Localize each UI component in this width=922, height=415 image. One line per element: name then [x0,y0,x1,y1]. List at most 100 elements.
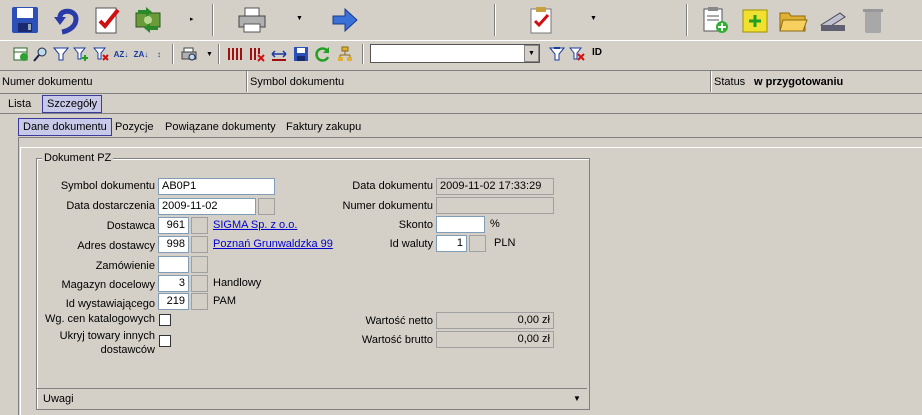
toolbar-separator [686,4,688,36]
warehouse-label: Magazyn docelowy [61,279,155,291]
filter-remove-icon[interactable] [92,45,110,63]
scanner-icon[interactable] [816,3,850,37]
filter-combo[interactable] [370,44,540,63]
notes-panel[interactable]: Uwagi ▼ [37,388,587,408]
tab-dane-dokumentu[interactable]: Dane dokumentu [18,118,112,136]
tab-lista[interactable]: Lista [4,96,35,114]
toolbar-separator [212,4,214,36]
delete-icon[interactable] [856,3,890,37]
net-value: 0,00 zł [436,312,554,329]
discount-input[interactable] [436,216,485,233]
id-button[interactable]: ID [592,47,602,58]
symbol-label: Symbol dokumentu [60,180,155,192]
net-value-label: Wartość netto [365,315,433,327]
new-note-icon[interactable] [738,3,772,37]
order-label: Zamówienie [95,260,155,272]
toolbar-dropdown-arrow[interactable]: ▸ [190,15,194,23]
warehouse-id-input[interactable]: 3 [158,275,189,292]
document-header: Numer dokumentu Symbol dokumentu Status … [0,70,922,94]
discount-label: Skonto [398,219,433,231]
notes-expand-icon[interactable]: ▼ [573,394,581,403]
delivery-date-label: Data dostarczenia [66,200,155,212]
supplier-id-input[interactable]: 961 [158,217,189,234]
header-symbol-label: Symbol dokumentu [250,76,345,88]
tab-pozycje[interactable]: Pozycje [111,119,158,137]
hide-other-suppliers-checkbox[interactable] [159,335,171,347]
sort-ascending-icon[interactable]: AZ↓ [112,45,130,63]
supplier-label: Dostawca [106,220,155,232]
doc-number-value [436,197,554,214]
tab-strip-line [0,113,922,114]
clear-filter-icon[interactable] [568,45,586,63]
doc-date-value: 2009-11-02 17:33:29 [436,178,554,195]
arrow-right-icon[interactable] [328,3,362,37]
save-layout-icon[interactable] [292,45,310,63]
add-document-icon[interactable] [698,3,732,37]
delivery-date-input[interactable]: 2009-11-02 [158,198,256,215]
tab-powiazane-dokumenty[interactable]: Powiązane dokumenty [161,119,280,137]
gross-value: 0,00 zł [436,331,554,348]
issuer-id-input[interactable]: 219 [158,293,189,310]
print-preview-dropdown-arrow[interactable]: ▼ [206,51,213,58]
filter-add-icon[interactable] [72,45,90,63]
tab-faktury-zakupu[interactable]: Faktury zakupu [282,119,365,137]
tab-szczegoly[interactable]: Szczegóły [42,95,103,113]
toolbar-separator [218,44,220,64]
address-lookup-button[interactable] [191,236,208,253]
delivery-date-picker-button[interactable] [258,198,275,215]
currency-code: PLN [494,237,516,249]
refresh-icon[interactable] [314,45,332,63]
warehouse-name: Handlowy [213,277,262,289]
header-number-label: Numer dokumentu [2,76,93,88]
header-status-label: Status [714,76,746,88]
apply-filter-icon[interactable] [548,45,566,63]
currency-label: Id waluty [389,238,433,250]
issuer-lookup-button[interactable] [191,293,208,310]
sort-descending-icon[interactable]: ZA↓ [132,45,150,63]
print-icon[interactable] [234,3,270,37]
doc-number-label: Numer dokumentu [342,200,434,212]
refresh-money-icon[interactable] [130,3,166,37]
catalog-prices-checkbox[interactable] [159,314,171,326]
save-icon[interactable] [8,3,42,37]
column-width-icon[interactable] [270,45,288,63]
validate-document-icon[interactable] [90,3,124,37]
order-lookup-button[interactable] [191,256,208,273]
main-toolbar: ▸ ▼ ▼ [0,0,922,41]
checklist-dropdown-arrow[interactable]: ▼ [590,15,597,22]
tree-icon[interactable] [336,45,354,63]
filter-icon[interactable] [52,45,70,63]
currency-lookup-button[interactable] [469,235,486,252]
doc-date-label: Data dokumentu [352,180,433,192]
open-folder-icon[interactable] [776,3,810,37]
supplier-name-link[interactable]: SIGMA Sp. z o.o. [213,219,297,231]
catalog-prices-label: Wg. cen katalogowych [44,313,155,325]
discount-unit: % [490,218,500,230]
table-refresh-icon[interactable] [12,45,30,63]
secondary-toolbar: AZ↓ ZA↓ ↕ ▼ ▼ ID [0,41,922,67]
symbol-input[interactable]: AB0P1 [158,178,275,195]
supplier-lookup-button[interactable] [191,217,208,234]
toolbar-separator [494,4,496,36]
warehouse-lookup-button[interactable] [191,275,208,292]
toolbar-separator [172,44,174,64]
order-input[interactable] [158,256,189,273]
header-divider [710,71,712,92]
checklist-icon[interactable] [524,3,558,37]
group-title: Dokument PZ [42,152,114,164]
search-icon[interactable] [32,45,50,63]
filter-combo-dropdown-button[interactable]: ▼ [524,45,539,62]
columns-remove-icon[interactable] [248,45,266,63]
issuer-label: Id wystawiającego [65,298,155,310]
sort-custom-icon[interactable]: ↕ [150,45,168,63]
print-dropdown-arrow[interactable]: ▼ [296,15,303,22]
toolbar-separator [362,44,364,64]
address-id-input[interactable]: 998 [158,236,189,253]
issuer-name: PAM [213,295,237,307]
status-value: w przygotowaniu [754,76,844,88]
columns-icon[interactable] [226,45,244,63]
currency-id-input[interactable]: 1 [436,235,467,252]
undo-icon[interactable] [50,3,84,37]
hide-other-label-line1: Ukryj towary innych [59,330,155,342]
print-preview-icon[interactable] [180,45,198,63]
